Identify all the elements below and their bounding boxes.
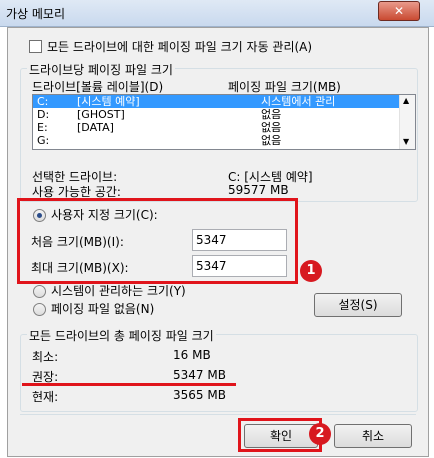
auto-manage-checkbox[interactable] — [29, 40, 42, 53]
highlight-box-custom — [17, 198, 298, 284]
list-item[interactable]: E: [DATA] 없음 — [33, 121, 399, 134]
window-title: 가상 메모리 — [6, 7, 66, 21]
no-paging-radio[interactable] — [33, 303, 46, 316]
auto-manage-label: 모든 드라이브에 대한 페이징 파일 크기 자동 관리(A) — [47, 40, 313, 54]
close-button[interactable]: ✕ — [378, 1, 420, 21]
per-drive-group-label: 드라이브당 페이징 파일 크기 — [27, 61, 175, 78]
annotation-badge-2: 2 — [309, 423, 331, 445]
title-bar: 가상 메모리 ✕ — [0, 0, 434, 27]
free-space-value: 59577 MB — [228, 183, 289, 197]
list-item[interactable]: G: 없음 — [33, 134, 399, 147]
dialog-body: 모든 드라이브에 대한 페이징 파일 크기 자동 관리(A) 드라이브당 페이징… — [7, 27, 429, 457]
list-item[interactable]: D: [GHOST] 없음 — [33, 108, 399, 121]
minimum-label: 최소: — [32, 350, 59, 364]
recommended-underline — [22, 383, 236, 386]
recommended-value: 5347 MB — [173, 368, 226, 382]
footer-divider — [20, 414, 416, 415]
no-paging-label: 페이징 파일 없음(N) — [51, 302, 155, 316]
cancel-button[interactable]: 취소 — [334, 424, 412, 448]
system-managed-radio[interactable] — [33, 285, 46, 298]
list-item[interactable]: C: [시스템 예약] 시스템에서 관리 — [33, 95, 399, 108]
current-value: 3565 MB — [173, 388, 226, 402]
scroll-up-icon[interactable]: ▲ — [403, 96, 409, 105]
scroll-down-icon[interactable]: ▼ — [403, 137, 409, 146]
minimum-value: 16 MB — [173, 348, 211, 362]
system-managed-label: 시스템이 관리하는 크기(Y) — [51, 284, 186, 298]
virtual-memory-dialog: 가상 메모리 ✕ 모든 드라이브에 대한 페이징 파일 크기 자동 관리(A) … — [0, 0, 434, 458]
size-column-header: 페이징 파일 크기(MB) — [228, 80, 341, 94]
list-scrollbar[interactable]: ▲ ▼ — [399, 95, 415, 149]
annotation-badge-1: 1 — [300, 260, 322, 282]
current-label: 현재: — [32, 390, 59, 404]
drive-column-header: 드라이브[볼륨 레이블](D) — [32, 80, 164, 94]
totals-group-label: 모든 드라이브의 총 페이징 파일 크기 — [27, 327, 216, 344]
set-button[interactable]: 설정(S) — [314, 293, 402, 317]
drive-list[interactable]: C: [시스템 예약] 시스템에서 관리 D: [GHOST] 없음 E: [D… — [32, 94, 416, 150]
